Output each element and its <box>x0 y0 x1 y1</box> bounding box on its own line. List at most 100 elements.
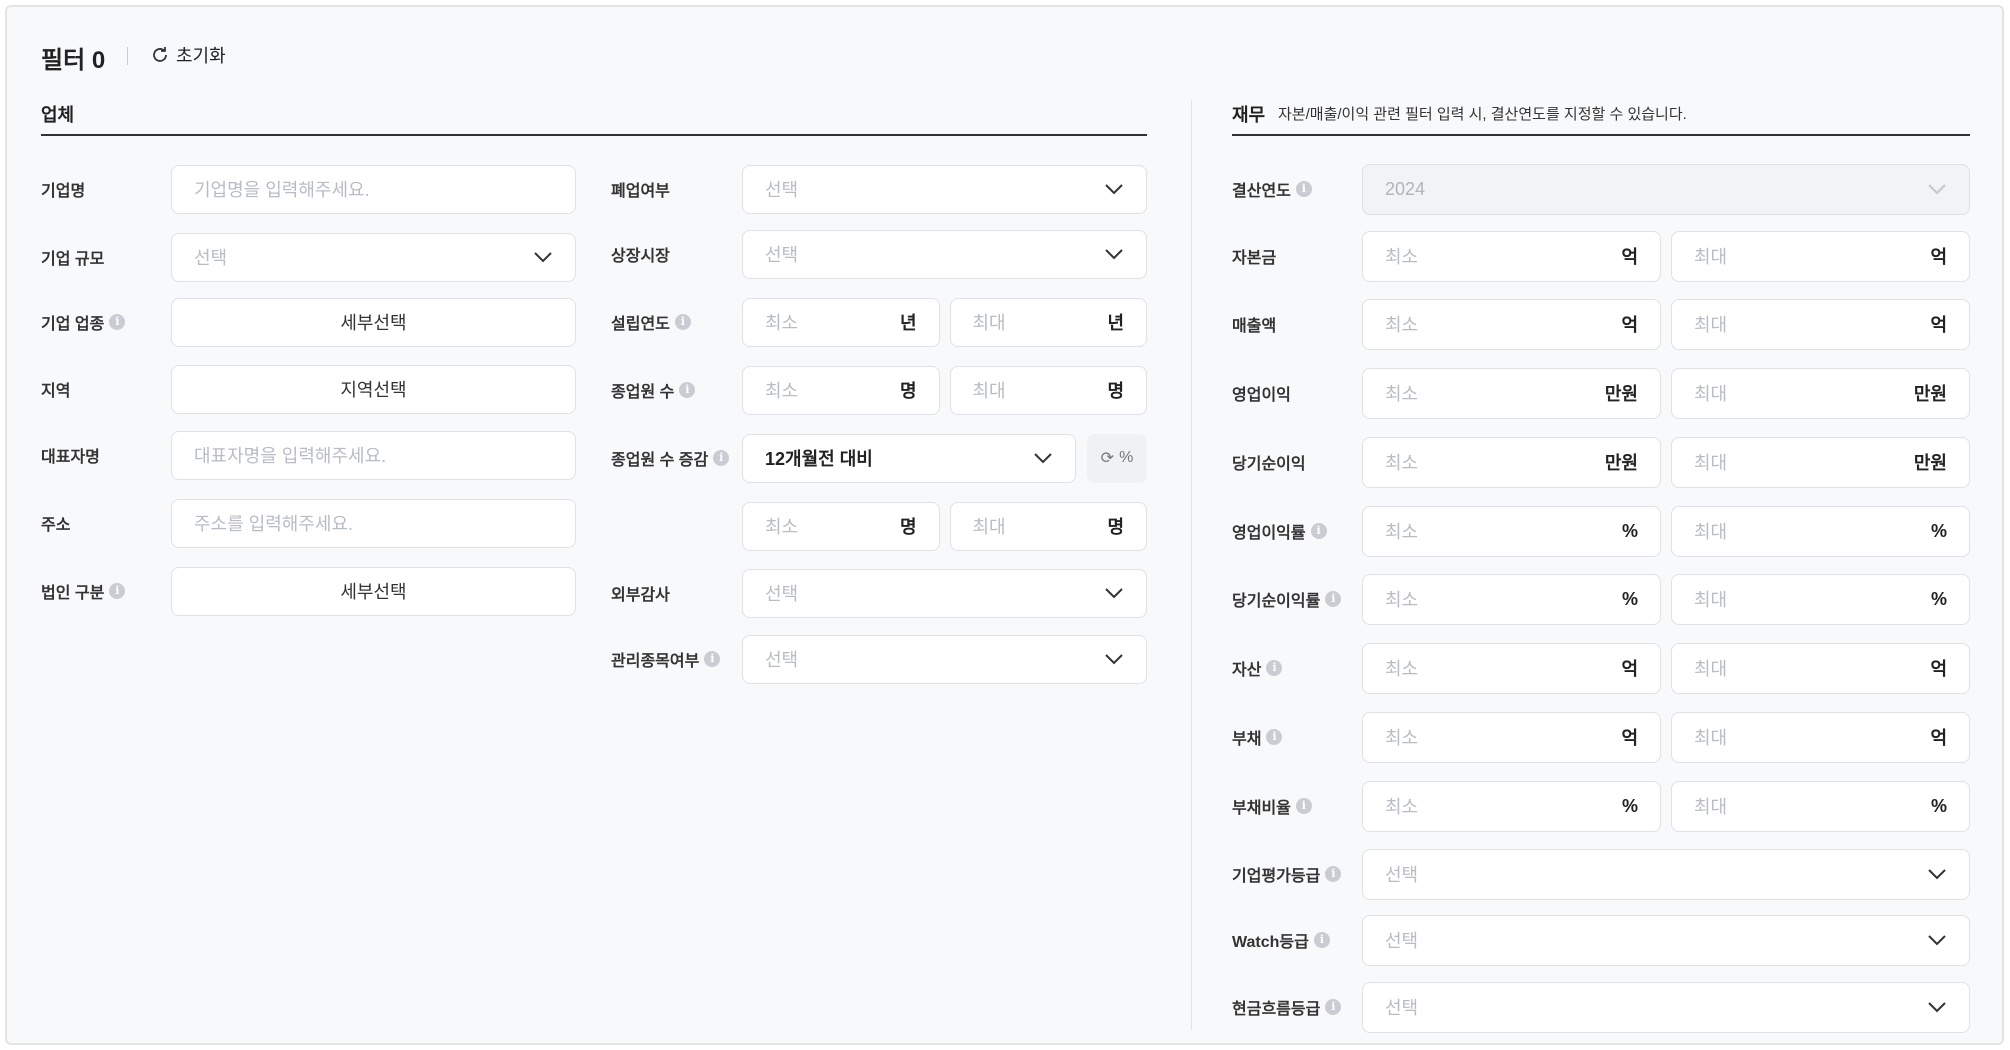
종업원-수-min-input[interactable]: 최소 명 <box>742 365 940 415</box>
지역-button[interactable]: 지역선택 <box>171 364 576 414</box>
unit-label: 만원 <box>1604 453 1638 473</box>
info-icon[interactable]: i <box>1266 729 1283 745</box>
매출액-max-input[interactable]: 최대 억 <box>1671 298 1970 350</box>
info-icon[interactable]: i <box>1325 591 1342 607</box>
매출액-min-input[interactable]: 최소 억 <box>1362 298 1661 350</box>
chevron-down-icon <box>1928 184 1946 195</box>
영업이익-max-input[interactable]: 최대 만원 <box>1671 367 1970 419</box>
영업이익률-min-input[interactable]: 최소% <box>1362 505 1661 557</box>
field-label: 영업이익 <box>1232 382 1291 404</box>
placeholder: 최소 <box>1385 384 1419 404</box>
info-icon[interactable]: i <box>1295 181 1312 197</box>
부채-max-input[interactable]: 최대 억 <box>1671 711 1970 763</box>
selected-value: 12개월전 대비 <box>765 449 873 469</box>
결산연도-select: 2024 <box>1362 163 1970 215</box>
placeholder: 최소 <box>1385 797 1419 817</box>
unit-label: % <box>1930 588 1947 609</box>
주소-input[interactable]: 주소를 입력해주세요. <box>171 498 576 548</box>
영업이익률-max-input[interactable]: 최대% <box>1671 505 1970 557</box>
Watch등급-select[interactable]: 선택 <box>1362 914 1970 966</box>
info-icon[interactable]: i <box>1313 932 1330 948</box>
당기순이익-min-input[interactable]: 최소 만원 <box>1362 436 1661 488</box>
unit-label: 억 <box>1621 728 1638 748</box>
info-icon[interactable]: i <box>1325 866 1342 882</box>
종업원-수-max-input[interactable]: 최대 명 <box>949 365 1147 415</box>
field-label: 현금흐름등급 i <box>1232 996 1342 1018</box>
placeholder: 선택 <box>194 248 228 268</box>
기업명-input[interactable]: 기업명을 입력해주세요. <box>171 164 576 214</box>
placeholder: 선택 <box>1385 931 1419 951</box>
section-finance-title: 재무 <box>1232 105 1266 125</box>
당기순이익-max-input[interactable]: 최대 만원 <box>1671 436 1970 488</box>
info-icon[interactable]: i <box>109 314 126 330</box>
info-icon[interactable]: i <box>109 583 126 599</box>
placeholder: 주소를 입력해주세요. <box>194 514 354 534</box>
field-label-text: 당기순이익률 <box>1232 593 1321 610</box>
placeholder: 최소 <box>1385 315 1419 335</box>
percent-toggle-button[interactable]: ⟳% <box>1087 433 1147 483</box>
field-label-text: 대표자명 <box>41 449 100 466</box>
reset-button[interactable]: 초기화 <box>150 42 226 68</box>
field-label: 자본금 <box>1232 245 1276 267</box>
chevron-down-icon <box>1105 184 1123 195</box>
field-label: 당기순이익률 i <box>1232 588 1342 610</box>
info-icon[interactable]: i <box>679 382 696 398</box>
상장시장-select[interactable]: 선택 <box>742 229 1147 279</box>
외부감사-select[interactable]: 선택 <box>742 568 1147 618</box>
info-icon[interactable]: i <box>1310 523 1327 539</box>
자산-min-input[interactable]: 최소 억 <box>1362 642 1661 694</box>
info-icon[interactable]: i <box>704 651 721 667</box>
placeholder: 최대 <box>972 381 1006 401</box>
field-label: 당기순이익 <box>1232 451 1306 473</box>
refresh-icon <box>153 47 167 62</box>
unlabeled-min-input[interactable]: 최소 명 <box>742 501 940 551</box>
설립연도-min-input[interactable]: 최소 년 <box>742 297 940 347</box>
당기순이익률-max-input[interactable]: 최대% <box>1671 573 1970 625</box>
placeholder: 최소 <box>765 381 799 401</box>
field-label-text: 폐업여부 <box>611 183 670 200</box>
field-label: 부채 i <box>1232 726 1283 748</box>
자본금-min-input[interactable]: 최소 억 <box>1362 230 1661 282</box>
section-divider <box>41 134 1147 136</box>
unit-label: 억 <box>1930 728 1947 748</box>
자산-max-input[interactable]: 최대 억 <box>1671 642 1970 694</box>
unit-label: % <box>1930 795 1947 816</box>
당기순이익률-min-input[interactable]: 최소% <box>1362 573 1661 625</box>
관리종목여부-select[interactable]: 선택 <box>742 634 1147 684</box>
field-label: 기업 업종 i <box>41 311 126 333</box>
info-icon[interactable]: i <box>1325 999 1342 1015</box>
부채비율-max-input[interactable]: 최대% <box>1671 780 1970 832</box>
swap-icon: ⟳ <box>1100 450 1115 467</box>
기업-업종-button[interactable]: 세부선택 <box>171 297 576 347</box>
unit-label: % <box>1930 520 1947 541</box>
법인-구분-button[interactable]: 세부선택 <box>171 566 576 616</box>
field-label: 자산 i <box>1232 657 1283 679</box>
placeholder: 선택 <box>765 584 799 604</box>
부채-min-input[interactable]: 최소 억 <box>1362 711 1661 763</box>
unit-label: 만원 <box>1913 384 1947 404</box>
현금흐름등급-select[interactable]: 선택 <box>1362 981 1970 1033</box>
대표자명-input[interactable]: 대표자명을 입력해주세요. <box>171 430 576 480</box>
placeholder: 최소 <box>1385 728 1419 748</box>
field-label-text: 기업 업종 <box>41 316 105 333</box>
info-icon[interactable]: i <box>713 450 730 466</box>
info-icon[interactable]: i <box>1295 798 1312 814</box>
부채비율-min-input[interactable]: 최소% <box>1362 780 1661 832</box>
field-label-text: 영업이익률 <box>1232 525 1306 542</box>
영업이익-min-input[interactable]: 최소 만원 <box>1362 367 1661 419</box>
placeholder: 최대 <box>1694 797 1728 817</box>
기업평가등급-select[interactable]: 선택 <box>1362 848 1970 900</box>
종업원-수-증감-select[interactable]: 12개월전 대비 <box>742 433 1076 483</box>
field-label: 폐업여부 <box>611 178 670 200</box>
field-label-text: 부채 <box>1232 731 1262 748</box>
info-icon[interactable]: i <box>674 314 691 330</box>
unlabeled-max-input[interactable]: 최대 명 <box>949 501 1147 551</box>
설립연도-max-input[interactable]: 최대 년 <box>949 297 1147 347</box>
unit-label: 억 <box>1930 315 1947 335</box>
폐업여부-select[interactable]: 선택 <box>742 164 1147 214</box>
자본금-max-input[interactable]: 최대 억 <box>1671 230 1970 282</box>
unit-label: 억 <box>1621 659 1638 679</box>
field-label-text: 기업 규모 <box>41 251 105 268</box>
기업-규모-select[interactable]: 선택 <box>171 232 576 282</box>
info-icon[interactable]: i <box>1266 660 1283 676</box>
